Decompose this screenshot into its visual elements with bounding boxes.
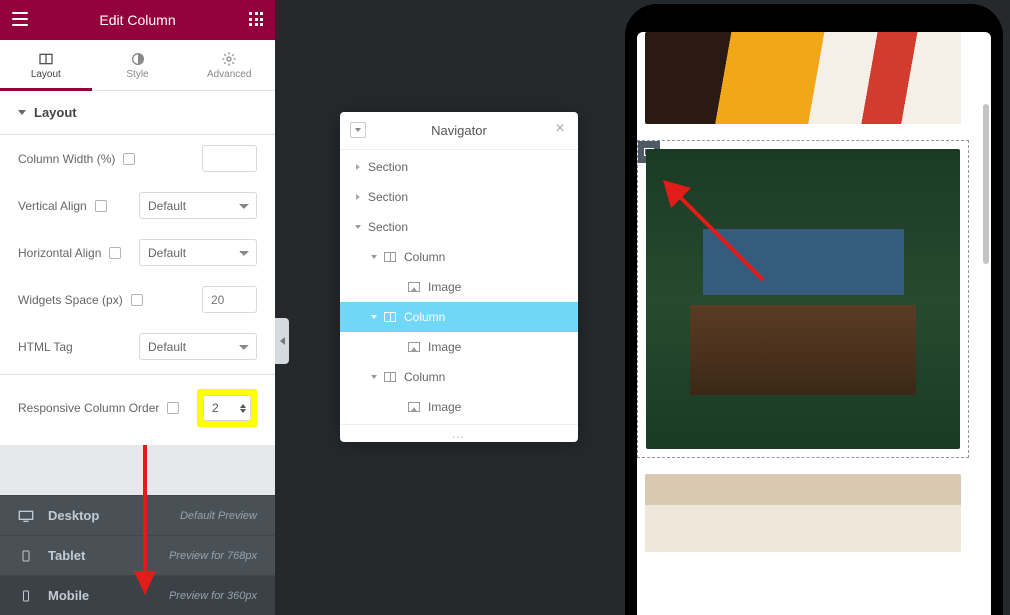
panel-title: Edit Column	[99, 12, 175, 28]
device-mobile-label: Mobile	[48, 588, 89, 603]
navigator-panel[interactable]: Navigator × Section Section Section Column I…	[340, 112, 578, 442]
preview-device-frame	[625, 4, 1003, 615]
stepper-icon[interactable]	[240, 404, 246, 413]
device-desktop-desc: Default Preview	[180, 510, 257, 522]
device-desktop-label: Desktop	[48, 508, 99, 523]
vertical-align-select[interactable]: Default	[139, 192, 257, 219]
control-horizontal-align: Horizontal Align Default	[0, 229, 275, 276]
menu-icon[interactable]	[12, 12, 28, 26]
responsive-icon[interactable]	[95, 200, 107, 212]
tab-advanced-label: Advanced	[207, 69, 251, 80]
navigator-item-section[interactable]: Section	[340, 152, 578, 182]
horizontal-align-label: Horizontal Align	[18, 246, 101, 260]
preview-image-1[interactable]	[645, 32, 961, 124]
navigator-item-column[interactable]: Column	[340, 242, 578, 272]
gear-icon	[221, 51, 237, 67]
preview-viewport[interactable]	[637, 32, 991, 615]
responsive-icon[interactable]	[167, 402, 179, 414]
chevron-down-icon	[18, 110, 26, 115]
tab-layout[interactable]: Layout	[0, 40, 92, 90]
control-widgets-space: Widgets Space (px)	[0, 276, 275, 323]
responsive-order-value: 2	[212, 401, 219, 415]
control-responsive-order: Responsive Column Order 2	[0, 374, 275, 445]
tab-style-label: Style	[126, 69, 148, 80]
widgets-space-input[interactable]	[202, 286, 257, 313]
desktop-icon	[18, 510, 34, 522]
chevron-down-icon[interactable]	[371, 315, 377, 319]
widgets-icon[interactable]	[249, 12, 263, 26]
image-icon	[408, 342, 420, 352]
preview-image-3[interactable]	[645, 474, 961, 552]
navigator-item-label: Column	[404, 250, 445, 264]
navigator-item-label: Section	[368, 160, 408, 174]
navigator-tree: Section Section Section Column Image Column Im…	[340, 150, 578, 424]
mobile-icon	[18, 590, 34, 602]
html-tag-select[interactable]: Default	[139, 333, 257, 360]
navigator-item-label: Column	[404, 370, 445, 384]
control-column-width: Column Width (%)	[0, 135, 275, 182]
widgets-space-label: Widgets Space (px)	[18, 293, 123, 307]
navigator-item-column[interactable]: Column	[340, 362, 578, 392]
column-icon	[384, 252, 396, 262]
responsive-order-highlight: 2	[197, 389, 257, 427]
responsive-order-label: Responsive Column Order	[18, 401, 159, 415]
column-icon	[384, 372, 396, 382]
chevron-right-icon[interactable]	[356, 164, 360, 170]
chevron-right-icon[interactable]	[356, 194, 360, 200]
navigator-resize-handle[interactable]: …	[340, 424, 578, 442]
image-icon	[408, 282, 420, 292]
vertical-align-label: Vertical Align	[18, 199, 87, 213]
navigator-item-label: Section	[368, 220, 408, 234]
horizontal-align-select[interactable]: Default	[139, 239, 257, 266]
html-tag-label: HTML Tag	[18, 340, 73, 354]
tablet-icon	[18, 550, 34, 562]
navigator-collapse-all-icon[interactable]	[350, 122, 366, 138]
chevron-down-icon[interactable]	[371, 375, 377, 379]
navigator-item-label: Column	[404, 310, 445, 324]
navigator-item-image[interactable]: Image	[340, 392, 578, 422]
navigator-item-label: Image	[428, 400, 461, 414]
column-icon	[384, 312, 396, 322]
preview-content	[637, 32, 991, 552]
navigator-item-image[interactable]: Image	[340, 272, 578, 302]
column-width-label: Column Width (%)	[18, 152, 115, 166]
layout-section-title: Layout	[34, 105, 77, 120]
tab-advanced[interactable]: Advanced	[183, 40, 275, 90]
navigator-item-column[interactable]: Column	[340, 302, 578, 332]
responsive-icon[interactable]	[109, 247, 121, 259]
preview-scrollbar[interactable]	[983, 104, 989, 264]
layout-icon	[38, 51, 54, 67]
responsive-icon[interactable]	[123, 153, 135, 165]
device-tablet-desc: Preview for 768px	[169, 550, 257, 562]
column-width-input[interactable]	[202, 145, 257, 172]
navigator-item-label: Section	[368, 190, 408, 204]
tab-layout-label: Layout	[31, 69, 61, 80]
control-vertical-align: Vertical Align Default	[0, 182, 275, 229]
responsive-order-stepper[interactable]: 2	[203, 395, 251, 421]
navigator-header[interactable]: Navigator ×	[340, 112, 578, 150]
device-tablet-label: Tablet	[48, 548, 85, 563]
image-icon	[408, 402, 420, 412]
panel-collapse-handle[interactable]	[275, 318, 289, 364]
navigator-item-label: Image	[428, 340, 461, 354]
responsive-icon[interactable]	[131, 294, 143, 306]
navigator-item-label: Image	[428, 280, 461, 294]
device-mobile-desc: Preview for 360px	[169, 590, 257, 602]
navigator-title: Navigator	[431, 123, 487, 138]
navigator-item-section[interactable]: Section	[340, 182, 578, 212]
tab-style[interactable]: Style	[92, 40, 184, 90]
annotation-arrow-2	[661, 178, 771, 288]
close-icon[interactable]: ×	[552, 121, 568, 137]
panel-tabs: Layout Style Advanced	[0, 40, 275, 91]
navigator-item-section[interactable]: Section	[340, 212, 578, 242]
panel-header: Edit Column	[0, 0, 275, 40]
chevron-down-icon[interactable]	[371, 255, 377, 259]
layout-section: Layout Column Width (%) Vertical Align D…	[0, 91, 275, 445]
control-html-tag: HTML Tag Default	[0, 323, 275, 370]
annotation-arrow-1	[130, 445, 160, 595]
chevron-down-icon[interactable]	[355, 225, 361, 229]
navigator-item-image[interactable]: Image	[340, 332, 578, 362]
layout-section-toggle[interactable]: Layout	[0, 91, 275, 135]
style-icon	[130, 51, 146, 67]
